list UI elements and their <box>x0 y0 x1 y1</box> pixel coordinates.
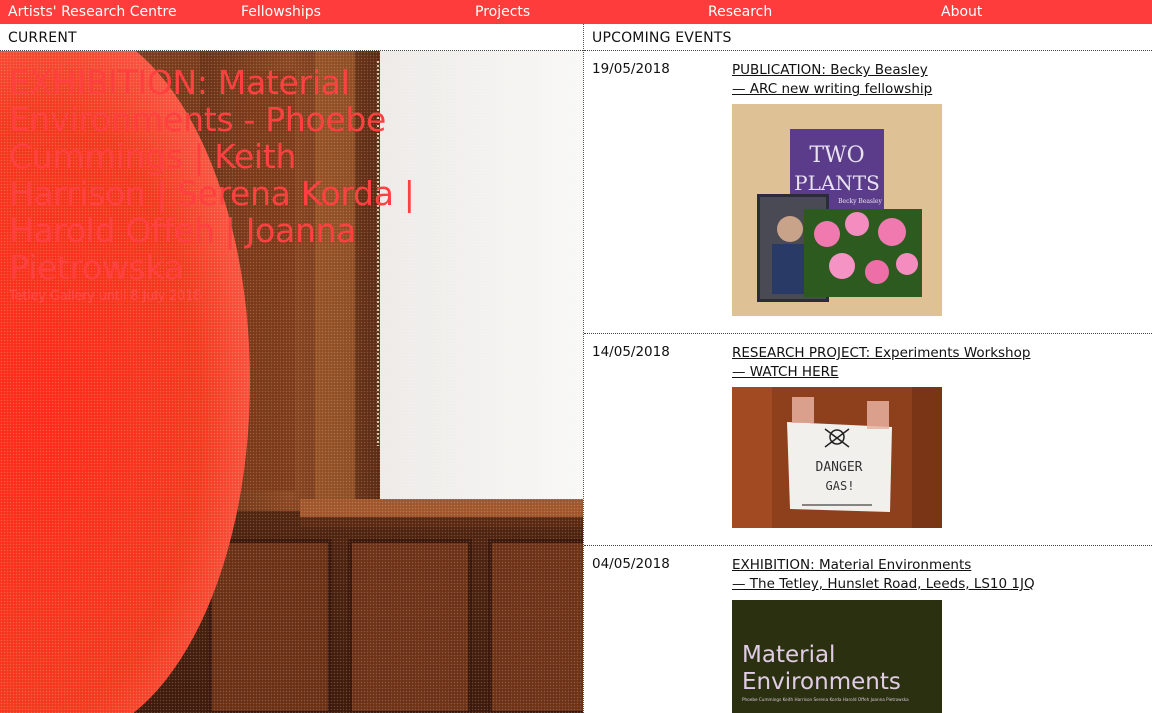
current-heading: CURRENT <box>0 24 583 51</box>
nav-research-link[interactable]: Research <box>708 0 772 24</box>
poster-names: Phoebe Cummings Keith Harrison Serena Ko… <box>742 697 909 702</box>
event-title-link[interactable]: EXHIBITION: Material Environments — The … <box>732 556 1142 594</box>
event-image-link[interactable]: Material Environments Phoebe Cummings Ke… <box>732 600 942 713</box>
event-date: 19/05/2018 <box>592 61 670 77</box>
poster-line2: Environments <box>742 669 901 695</box>
event-item: 14/05/2018 RESEARCH PROJECT: Experiments… <box>584 334 1152 546</box>
nav-home-link[interactable]: Artists' Research Centre <box>8 0 177 24</box>
current-exhibition-dates: Tetley Gallery until 8 July 2018 <box>9 289 202 304</box>
danger-sign-image: DANGER GAS! <box>732 387 942 528</box>
event-title-link[interactable]: RESEARCH PROJECT: Experiments Workshop —… <box>732 344 1142 382</box>
event-image-link[interactable]: TWO PLANTS Becky Beasley <box>732 104 942 316</box>
event-image-link[interactable]: DANGER GAS! <box>732 387 942 528</box>
upcoming-events-heading: UPCOMING EVENTS <box>584 24 1152 51</box>
book-title-line1: TWO <box>809 143 864 168</box>
current-exhibition-title: EXHIBITION: Material Environments - Phoe… <box>9 63 415 287</box>
nav-fellowships-link[interactable]: Fellowships <box>241 0 321 24</box>
book-title-line2: PLANTS <box>794 171 880 195</box>
top-nav: Artists' Research Centre Fellowships Pro… <box>0 0 1152 24</box>
event-title-line2: — ARC new writing fellowship <box>732 81 933 97</box>
event-date: 14/05/2018 <box>592 344 670 360</box>
upcoming-events-list: 19/05/2018 PUBLICATION: Becky Beasley — … <box>584 51 1152 713</box>
book-author: Becky Beasley <box>838 198 882 205</box>
exhibition-poster-image: Material Environments Phoebe Cummings Ke… <box>732 600 942 713</box>
event-date: 04/05/2018 <box>592 556 670 572</box>
nav-about-link[interactable]: About <box>941 0 982 24</box>
event-title-line1: PUBLICATION: Becky Beasley <box>732 62 928 78</box>
current-exhibition-feature[interactable]: EXHIBITION: Material Environments - Phoe… <box>0 51 583 713</box>
event-title-line1: EXHIBITION: Material Environments <box>732 557 972 573</box>
event-title-line2: — WATCH HERE <box>732 364 839 380</box>
event-title-link[interactable]: PUBLICATION: Becky Beasley — ARC new wri… <box>732 61 1142 99</box>
event-title-line1: RESEARCH PROJECT: Experiments Workshop <box>732 345 1031 361</box>
book-cover-image: TWO PLANTS Becky Beasley <box>732 104 942 316</box>
poster-line1: Material <box>742 642 835 668</box>
sign-line1: DANGER <box>816 460 863 475</box>
event-item: 04/05/2018 EXHIBITION: Material Environm… <box>584 546 1152 713</box>
nav-projects-link[interactable]: Projects <box>475 0 530 24</box>
event-item: 19/05/2018 PUBLICATION: Becky Beasley — … <box>584 51 1152 334</box>
event-title-line2: — The Tetley, Hunslet Road, Leeds, LS10 … <box>732 576 1035 592</box>
sign-line2: GAS! <box>826 479 855 493</box>
